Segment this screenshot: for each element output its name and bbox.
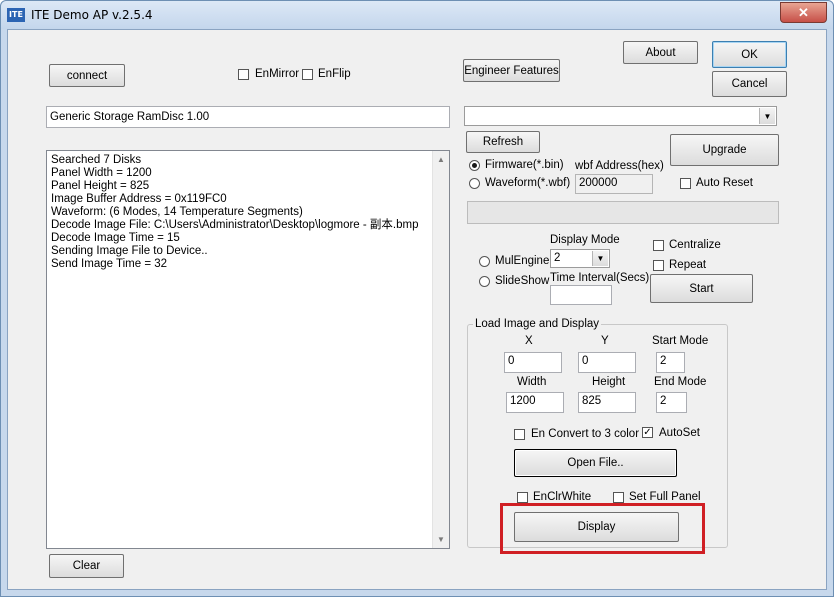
mul-engine-radio[interactable]: [479, 256, 490, 267]
scroll-down-icon[interactable]: ▼: [437, 535, 445, 544]
start-mode-field[interactable]: 2: [656, 352, 685, 373]
end-mode-label: End Mode: [654, 376, 707, 388]
open-file-button[interactable]: Open File..: [514, 449, 677, 477]
set-full-panel-checkbox[interactable]: [613, 492, 624, 503]
device-name-field[interactable]: Generic Storage RamDisc 1.00: [46, 106, 450, 128]
refresh-button[interactable]: Refresh: [466, 131, 540, 153]
en-mirror-label: EnMirror: [255, 68, 300, 80]
time-interval-label: Time Interval(Secs): [550, 272, 650, 284]
clear-button[interactable]: Clear: [49, 554, 124, 578]
app-logo-icon: ITE: [7, 8, 25, 22]
wbf-address-label: wbf Address(hex): [575, 160, 664, 172]
display-mode-select[interactable]: 2 ▼: [550, 249, 610, 268]
connect-button[interactable]: connect: [49, 64, 125, 87]
start-mode-label: Start Mode: [652, 335, 709, 347]
auto-reset-checkbox[interactable]: [680, 178, 691, 189]
log-line: Send Image Time = 32: [51, 258, 168, 270]
width-label: Width: [517, 376, 547, 388]
scroll-up-icon[interactable]: ▲: [437, 155, 445, 164]
log-line: Decode Image Time = 15: [51, 232, 180, 244]
autoset-checkbox[interactable]: ✓: [642, 427, 653, 438]
chevron-down-icon[interactable]: ▼: [759, 108, 775, 124]
waveform-radio-label: Waveform(*.wbf): [485, 177, 571, 189]
en-clr-white-checkbox[interactable]: [517, 492, 528, 503]
y-field[interactable]: 0: [578, 352, 636, 373]
width-field[interactable]: 1200: [506, 392, 564, 413]
firmware-radio-label: Firmware(*.bin): [485, 159, 564, 171]
display-mode-label: Display Mode: [550, 234, 620, 246]
progress-bar: [467, 201, 779, 224]
slide-show-radio[interactable]: [479, 276, 490, 287]
log-line: Panel Width = 1200: [51, 167, 152, 179]
cancel-button[interactable]: Cancel: [712, 71, 787, 97]
repeat-label: Repeat: [669, 259, 707, 271]
window-title: ITE Demo AP v.2.5.4: [31, 8, 153, 22]
log-lines: Searched 7 Disks Panel Width = 1200 Panel …: [51, 154, 418, 271]
log-line: Image Buffer Address = 0x119FC0: [51, 193, 227, 205]
en-clr-white-label: EnClrWhite: [533, 491, 592, 503]
device-select[interactable]: ▼: [464, 106, 777, 126]
log-line: Decode Image File: C:\Users\Administrato…: [51, 219, 419, 231]
time-interval-field[interactable]: [550, 285, 612, 305]
log-line: Panel Height = 825: [51, 180, 150, 192]
end-mode-field[interactable]: 2: [656, 392, 687, 413]
height-label: Height: [592, 376, 626, 388]
y-label: Y: [601, 335, 609, 347]
highlight-box: [500, 503, 705, 554]
centralize-label: Centralize: [669, 239, 721, 251]
log-scrollbar[interactable]: ▲ ▼: [432, 151, 449, 548]
engineer-features-button[interactable]: Engineer Features: [463, 59, 560, 82]
repeat-checkbox[interactable]: [653, 260, 664, 271]
log-line: Searched 7 Disks: [51, 154, 142, 166]
en-mirror-checkbox[interactable]: [238, 69, 249, 80]
auto-reset-label: Auto Reset: [696, 177, 753, 189]
log-output[interactable]: Searched 7 Disks Panel Width = 1200 Panel …: [46, 150, 450, 549]
autoset-label: AutoSet: [659, 427, 700, 439]
close-window-button[interactable]: ✕: [780, 2, 827, 23]
display-mode-value: 2: [554, 252, 561, 264]
en-flip-checkbox[interactable]: [302, 69, 313, 80]
waveform-radio[interactable]: [469, 178, 480, 189]
set-full-panel-label: Set Full Panel: [629, 491, 701, 503]
mul-engine-label: MulEngine: [495, 255, 550, 267]
en-convert-checkbox[interactable]: [514, 429, 525, 440]
log-line: Waveform: (6 Modes, 14 Temperature Segme…: [51, 206, 303, 218]
slide-show-label: SlideShow: [495, 275, 550, 287]
en-convert-label: En Convert to 3 color: [531, 428, 640, 440]
about-button[interactable]: About: [623, 41, 698, 64]
en-flip-label: EnFlip: [318, 68, 351, 80]
chevron-down-icon[interactable]: ▼: [592, 251, 608, 266]
upgrade-button[interactable]: Upgrade: [670, 134, 779, 166]
firmware-radio[interactable]: [469, 160, 480, 171]
load-image-group-title: Load Image and Display: [473, 318, 602, 330]
log-line: Sending Image File to Device..: [51, 245, 208, 257]
start-button[interactable]: Start: [650, 274, 753, 303]
height-field[interactable]: 825: [578, 392, 636, 413]
title-bar[interactable]: ITE ITE Demo AP v.2.5.4 ✕: [1, 1, 833, 29]
ok-button[interactable]: OK: [712, 41, 787, 68]
x-label: X: [525, 335, 533, 347]
wbf-address-field[interactable]: 200000: [575, 174, 653, 194]
centralize-checkbox[interactable]: [653, 240, 664, 251]
x-field[interactable]: 0: [504, 352, 562, 373]
